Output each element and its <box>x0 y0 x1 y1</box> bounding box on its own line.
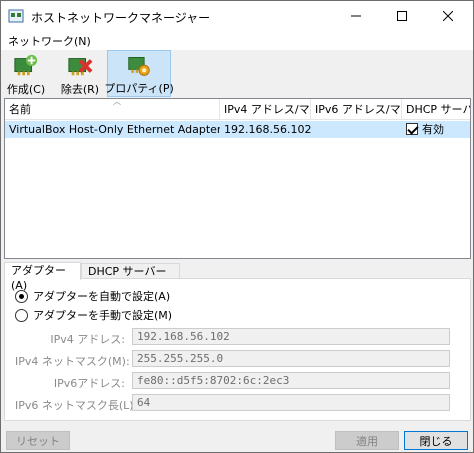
host-network-manager-window: ホストネットワークマネージャー ネットワーク(N) 作成(C) 除去(R) プロ… <box>0 0 474 453</box>
column-header-name[interactable]: 名前 <box>5 99 220 120</box>
properties-label: プロパティ(P) <box>104 82 174 95</box>
maximize-icon <box>397 11 407 21</box>
cell-ipv4: 192.168.56.102/24 <box>224 123 311 136</box>
remove-button[interactable]: 除去(R) <box>57 50 103 97</box>
dhcp-enabled-checkbox[interactable] <box>406 123 418 135</box>
remove-network-icon <box>68 58 93 76</box>
cell-dhcp: 有効 <box>402 121 470 138</box>
ipv4-netmask-field[interactable]: 255.255.255.0 <box>132 350 450 367</box>
cell-name: VirtualBox Host-Only Ethernet Adapter <box>9 123 220 136</box>
minimize-button[interactable] <box>333 1 379 31</box>
ipv6-prefix-length-label: IPv6 ネットマスク長(L): <box>15 399 138 412</box>
network-properties-icon <box>128 57 150 76</box>
adapter-settings-panel: アダプターを自動で設定(A) アダプターを手動で設定(M) IPv4 アドレス:… <box>4 278 471 421</box>
manual-config-radio[interactable] <box>15 308 28 322</box>
create-button[interactable]: 作成(C) <box>6 50 46 97</box>
ipv4-address-label: IPv4 アドレス: <box>50 333 125 346</box>
manual-config-option[interactable]: アダプターを手動で設定(M) <box>15 307 172 323</box>
ipv4-netmask-label: IPv4 ネットマスク(M): <box>15 355 130 368</box>
reset-button[interactable]: リセット <box>6 431 70 450</box>
column-header-ipv4[interactable]: IPv4 アドレス/マスク <box>220 99 311 120</box>
tab-bar: アダプター(A) DHCP サーバー(D) <box>4 262 471 293</box>
column-header-dhcp[interactable]: DHCP サーバー <box>402 99 470 120</box>
manual-config-label: アダプターを手動で設定(M) <box>33 309 173 322</box>
table-header: ︿ 名前 IPv4 アドレス/マスク IPv6 アドレス/マスク DHCP サー… <box>5 97 470 120</box>
ipv4-address-field[interactable]: 192.168.56.102 <box>132 328 450 345</box>
maximize-button[interactable] <box>379 1 425 31</box>
network-adapter-table: ︿ 名前 IPv4 アドレス/マスク IPv6 アドレス/マスク DHCP サー… <box>4 97 471 259</box>
auto-config-option[interactable]: アダプターを自動で設定(A) <box>15 288 170 304</box>
properties-button[interactable]: プロパティ(P) <box>104 50 174 97</box>
window-title: ホストネットワークマネージャー <box>31 11 211 25</box>
table-row[interactable]: VirtualBox Host-Only Ethernet Adapter 19… <box>5 121 470 138</box>
create-network-icon <box>14 54 38 76</box>
ipv6-address-label: IPv6アドレス: <box>53 377 125 390</box>
close-button[interactable] <box>425 1 471 31</box>
ipv6-prefix-length-field[interactable]: 64 <box>132 394 450 411</box>
menu-network[interactable]: ネットワーク(N) <box>8 33 91 49</box>
remove-label: 除去(R) <box>60 83 100 96</box>
tab-adapter[interactable]: アダプター(A) <box>4 262 81 292</box>
create-label: 作成(C) <box>6 83 46 96</box>
toolbar: 作成(C) 除去(R) プロパティ(P) <box>1 50 473 98</box>
close-dialog-button[interactable]: 閉じる <box>404 431 468 450</box>
menu-bar: ネットワーク(N) <box>1 31 473 50</box>
close-icon <box>443 11 453 21</box>
apply-button[interactable]: 適用 <box>335 431 399 450</box>
ipv6-address-field[interactable]: fe80::d5f5:8702:6c:2ec3 <box>132 372 450 389</box>
auto-config-label: アダプターを自動で設定(A) <box>33 290 171 303</box>
minimize-icon <box>351 15 361 17</box>
column-header-ipv6[interactable]: IPv6 アドレス/マスク <box>311 99 402 120</box>
virtualbox-network-icon <box>8 9 24 23</box>
title-bar: ホストネットワークマネージャー <box>1 1 473 31</box>
cell-ipv6 <box>311 121 402 138</box>
dhcp-enabled-label: 有効 <box>422 123 444 136</box>
